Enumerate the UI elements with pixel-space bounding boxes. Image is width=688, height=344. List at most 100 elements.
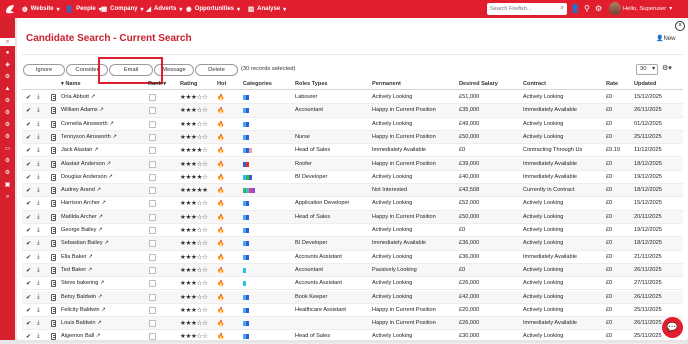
sidebar-item-icon-4[interactable]: ▲ [3,85,12,93]
hot-flame-icon[interactable]: 🔥 [217,267,224,274]
rank-checkbox[interactable] [149,94,156,101]
row-check-icon[interactable]: ✔ [26,200,31,207]
rank-checkbox[interactable] [149,333,156,341]
settings-gear-icon[interactable]: ⚙ [595,3,602,15]
nav-item-adverts[interactable]: ◢ Adverts ▾ [146,0,182,18]
rating-stars[interactable]: ★★★☆☆ [180,306,208,314]
rank-checkbox[interactable] [149,240,156,248]
document-icon[interactable] [51,266,56,274]
rating-stars[interactable]: ★★★★★ [180,186,208,194]
document-icon[interactable] [51,333,56,341]
col-hot-header[interactable]: Hot [217,81,226,87]
hot-flame-icon[interactable]: 🔥 [217,121,224,128]
sidebar-item-icon-1[interactable]: ● [3,49,12,57]
table-row[interactable]: ✔ ⤓ Ted Baker ↗ ★★★☆☆ 🔥 Accountant Passively L… [22,263,683,278]
row-check-icon[interactable]: ✔ [26,280,31,287]
candidate-name-link[interactable]: Tennyson Ainsworth ↗ [61,134,117,141]
rank-checkbox[interactable] [149,293,156,301]
rating-stars[interactable]: ★★★☆☆ [180,226,208,234]
candidate-name-link[interactable]: Matilda Archer ↗ [61,214,103,221]
row-check-icon[interactable]: ✔ [26,94,31,101]
ignore-button[interactable]: Ignore [23,64,65,76]
firefish-logo-icon[interactable] [4,3,16,15]
table-row[interactable]: ✔ ⤓ Matilda Archer ↗ ★★★☆☆ 🔥 Head of Sales Hap… [22,210,683,224]
row-check-icon[interactable]: ✔ [26,121,31,128]
col-permanent-header[interactable]: Permanent [372,81,401,87]
row-check-icon[interactable]: ✔ [26,307,31,314]
rating-stars[interactable]: ★★★☆☆ [180,293,208,301]
table-row[interactable]: ✔ ⤓ Alastair Anderson ↗ ★★★☆☆ 🔥 Roofer Happy i… [22,157,683,171]
rank-checkbox[interactable] [149,227,156,234]
row-check-icon[interactable]: ✔ [26,174,31,181]
add-person-icon[interactable]: 👤 [570,3,580,15]
hot-flame-icon[interactable]: 🔥 [217,280,224,287]
rating-stars[interactable]: ★★★☆☆ [180,279,208,287]
hot-flame-icon[interactable]: 🔥 [217,161,224,168]
candidate-name-link[interactable]: Felicity Baldwin ↗ [61,307,106,314]
rank-checkbox[interactable] [149,147,156,155]
row-check-icon[interactable]: ✔ [26,294,31,301]
candidate-name-link[interactable]: Algernon Ball ↗ [61,333,101,340]
sidebar-item-icon-12[interactable]: ▣ [3,181,12,189]
download-icon[interactable]: ⤓ [37,94,40,101]
nav-item-website[interactable]: ◍ Website ▾ [22,0,60,18]
table-row[interactable]: ✔ ⤓ Jack Alastair ↗ ★★★★☆ 🔥 Head of Sales Imme… [22,144,683,158]
download-icon[interactable]: ⤓ [37,147,40,154]
row-check-icon[interactable]: ✔ [26,320,31,327]
document-icon[interactable] [51,280,56,288]
sidebar-item-icon-2[interactable]: ◈ [3,61,12,69]
rating-stars[interactable]: ★★★☆☆ [180,332,208,340]
rank-checkbox[interactable] [149,133,156,141]
user-menu[interactable]: Hello, Superuser ▾ [623,0,672,18]
sidebar-item-icon-11[interactable]: ⚙ [3,169,12,177]
rank-checkbox[interactable] [149,120,156,128]
document-icon[interactable] [51,200,56,208]
download-icon[interactable]: ⤓ [37,227,40,234]
hot-flame-icon[interactable]: 🔥 [217,320,224,327]
row-check-icon[interactable]: ✔ [26,134,31,141]
rating-stars[interactable]: ★★★☆☆ [180,213,208,221]
candidate-name-link[interactable]: Betsy Baldwin ↗ [61,294,102,301]
candidate-name-link[interactable]: Sebastian Bailey ↗ [61,240,109,247]
hot-flame-icon[interactable]: 🔥 [217,307,224,314]
download-icon[interactable]: ⤓ [37,294,40,301]
nav-item-people[interactable]: 👤 People ▾ [65,0,102,18]
page-size-select[interactable]: 30 ▾ [636,64,658,75]
table-row[interactable]: ✔ ⤓ Orla Abbott ↗ ★★★☆☆ 🔥 Labourer Actively Lo… [22,91,683,105]
candidate-name-link[interactable]: Alastair Anderson ↗ [61,161,111,168]
candidate-name-link[interactable]: Audrey Arand ↗ [61,187,101,194]
table-row[interactable]: ✔ ⤓ Audrey Arand ↗ ★★★★★ 🔥 Not Interested £42,… [22,184,683,198]
rank-checkbox[interactable] [149,187,156,195]
candidate-name-link[interactable]: Ted Baker ↗ [61,267,92,274]
candidate-name-link[interactable]: Jack Alastair ↗ [61,147,99,154]
hot-flame-icon[interactable]: 🔥 [217,187,224,194]
table-row[interactable]: ✔ ⤓ George Bailey ↗ ★★★☆☆ 🔥 Actively Looking £… [22,224,683,238]
col-rating-header[interactable]: Rating [180,81,197,87]
rank-checkbox[interactable] [149,213,156,221]
document-icon[interactable] [51,306,56,314]
download-icon[interactable]: ⤓ [37,200,40,207]
rank-checkbox[interactable] [149,253,156,261]
rating-stars[interactable]: ★★★☆☆ [180,160,208,168]
candidate-name-link[interactable]: Harrison Archer ↗ [61,200,106,207]
table-row[interactable]: ✔ ⤓ Ella Baker ↗ ★★★☆☆ 🔥 Accounts Assistant Ac… [22,251,683,264]
rank-checkbox[interactable] [149,173,156,181]
table-row[interactable]: ✔ ⤓ William Adams ↗ ★★★☆☆ 🔥 Accountant Happy i… [22,104,683,118]
document-icon[interactable] [51,240,56,248]
download-icon[interactable]: ⤓ [37,161,40,168]
document-icon[interactable] [51,107,56,115]
rank-checkbox[interactable] [149,306,156,314]
new-candidate-button[interactable]: 👤New [656,35,676,42]
download-icon[interactable]: ⤓ [37,174,40,181]
table-row[interactable]: ✔ ⤓ Felicity Baldwin ↗ ★★★☆☆ 🔥 Healthcare Ass… [22,304,683,318]
row-check-icon[interactable]: ✔ [26,161,31,168]
sidebar-item-icon-10[interactable]: ⚙ [3,157,12,165]
rating-stars[interactable]: ★★★☆☆ [180,106,208,114]
col-roles-header[interactable]: Roles Types [295,81,328,87]
rating-stars[interactable]: ★★★☆☆ [180,93,208,101]
hot-flame-icon[interactable]: 🔥 [217,294,224,301]
document-icon[interactable] [51,320,56,328]
rank-checkbox[interactable] [149,280,156,288]
row-check-icon[interactable]: ✔ [26,147,31,154]
hot-flame-icon[interactable]: 🔥 [217,214,224,221]
